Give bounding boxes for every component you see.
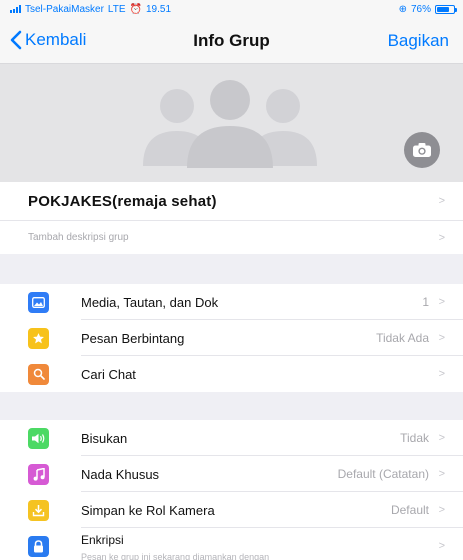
alarm-icon: ⊕ (398, 3, 407, 15)
row-label: Cari Chat (81, 366, 136, 382)
camera-icon (413, 143, 431, 157)
photo-icon (28, 291, 49, 313)
row-value: Default (390, 503, 429, 517)
settings-section: Bisukan Tidak > Nada Khusus Default (Cat… (0, 420, 463, 560)
group-description-placeholder: Tambah deskripsi grup (28, 232, 129, 243)
row-label: Nada Khusus (81, 466, 160, 482)
chevron-right-icon: > (438, 432, 445, 444)
speaker-icon (28, 427, 49, 449)
chevron-right-icon: > (438, 504, 445, 516)
battery-icon (435, 4, 457, 14)
row-label: Pesan Berbintang (81, 330, 185, 346)
star-icon (28, 327, 49, 349)
media-section: Media, Tautan, dan Dok 1 > Pesan Berbint… (0, 284, 463, 392)
media-links-docs-row[interactable]: Media, Tautan, dan Dok 1 > (0, 284, 463, 320)
change-photo-button[interactable] (404, 132, 440, 168)
row-label: Simpan ke Rol Kamera (81, 502, 215, 518)
back-button[interactable]: Kembali (10, 30, 86, 50)
chevron-right-icon: > (438, 195, 445, 207)
search-icon (28, 363, 49, 385)
battery-percent: 76% (410, 3, 431, 15)
chevron-left-icon (10, 30, 22, 50)
chevron-right-icon: > (438, 468, 445, 480)
save-to-camera-roll-row[interactable]: Simpan ke Rol Kamera Default > (0, 492, 463, 528)
group-placeholder-icon (143, 80, 317, 168)
custom-tone-row[interactable]: Nada Khusus Default (Catatan) > (0, 456, 463, 492)
group-name-section: POKJAKES(remaja sehat) > Tambah deskrips… (0, 182, 463, 254)
signal-icon (10, 5, 21, 13)
chevron-right-icon: > (438, 368, 445, 380)
row-value: Tidak (400, 431, 429, 445)
row-label: Bisukan (81, 430, 128, 446)
lock-icon (28, 535, 49, 557)
status-right: ⊕ 76% (398, 3, 457, 15)
group-name-row[interactable]: POKJAKES(remaja sehat) > (0, 182, 463, 220)
group-description-row[interactable]: Tambah deskripsi grup > (0, 220, 463, 254)
chevron-right-icon: > (438, 296, 445, 308)
row-value: Tidak Ada (376, 331, 429, 345)
share-button[interactable]: Bagikan (388, 31, 449, 51)
row-subtitle: Pesan ke grup ini sekarang diamankan den… (81, 552, 270, 560)
group-photo-area[interactable] (0, 64, 463, 182)
encryption-row[interactable]: Enkripsi Pesan ke grup ini sekarang diam… (0, 528, 463, 560)
status-left: Tsel-PakaiMasker LTE ⏰ 19.51 (10, 4, 171, 15)
carrier-name: Tsel-PakaiMasker (25, 3, 104, 15)
chevron-right-icon: > (438, 231, 445, 244)
row-label: Media, Tautan, dan Dok (81, 294, 219, 310)
save-download-icon (28, 499, 49, 521)
navigation-bar: Kembali Info Grup Bagikan (0, 18, 463, 64)
starred-messages-row[interactable]: Pesan Berbintang Tidak Ada > (0, 320, 463, 356)
music-note-icon (28, 463, 49, 485)
status-time: 19.51 (145, 3, 172, 15)
search-chat-row[interactable]: Cari Chat > (0, 356, 463, 392)
chevron-right-icon: > (438, 332, 445, 344)
row-value: 1 (422, 295, 429, 309)
mute-row[interactable]: Bisukan Tidak > (0, 420, 463, 456)
group-name: POKJAKES(remaja sehat) (28, 192, 217, 210)
status-bar: Tsel-PakaiMasker LTE ⏰ 19.51 ⊕ 76% (0, 0, 463, 18)
clock-icon: ⏰ (129, 3, 142, 15)
network-type: LTE (107, 3, 126, 15)
row-value: Default (Catatan) (337, 467, 429, 481)
chevron-right-icon: > (438, 540, 445, 552)
back-label: Kembali (25, 30, 87, 49)
row-label: Enkripsi (81, 533, 124, 547)
